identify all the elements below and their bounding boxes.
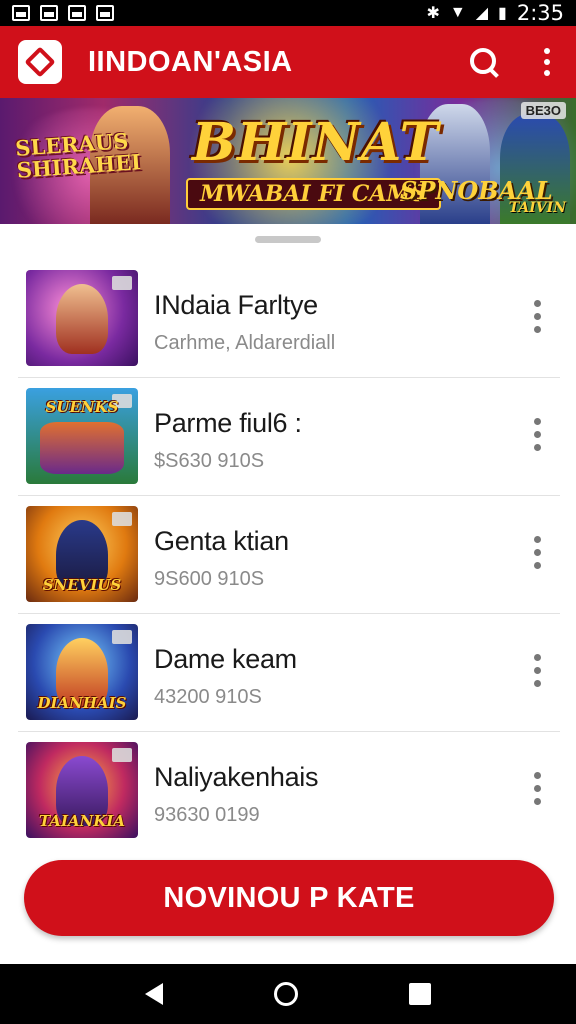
game-thumbnail: SNEVIUS	[26, 506, 138, 602]
app-bar: IINDOAN'ASIA	[0, 26, 576, 98]
banner-corner-label: BE3O	[520, 102, 566, 119]
item-more-icon[interactable]	[530, 534, 545, 571]
game-subtitle: 93630 0199	[154, 804, 260, 826]
game-title: INdaia Farltye	[154, 290, 318, 320]
list-item[interactable]: DIANHAIS Dame keam 43200 910S	[18, 614, 560, 732]
home-icon[interactable]	[273, 982, 298, 1006]
game-title: Genta ktian	[154, 526, 289, 556]
game-title: Parme fiul6 :	[154, 408, 302, 438]
app-title: IINDOAN'ASIA	[88, 45, 293, 78]
item-more-icon[interactable]	[530, 298, 545, 335]
wifi-icon: ▼	[449, 4, 466, 21]
game-thumbnail: DIANHAIS	[26, 624, 138, 720]
image-notification-icon	[40, 5, 58, 21]
recent-apps-icon[interactable]	[408, 983, 431, 1005]
list-item[interactable]: SNEVIUS Genta ktian 9S600 910S	[18, 496, 560, 614]
list-item[interactable]: SUENKS Parme fiul6 : $S630 910S	[18, 378, 560, 496]
primary-action-button[interactable]: NOVINOU P KATE	[24, 860, 554, 936]
game-subtitle: 9S600 910S	[154, 568, 265, 590]
signal-icon: ◢	[475, 5, 489, 22]
game-thumbnail: SUENKS	[26, 388, 138, 484]
overflow-menu-icon[interactable]	[536, 44, 558, 80]
game-thumbnail: TAIANKIA	[26, 742, 138, 838]
game-subtitle: $S630 910S	[154, 450, 265, 472]
banner-small-text: TAIVIN	[508, 200, 566, 216]
mail-notification-icon	[96, 5, 114, 21]
battery-icon: ▮	[498, 5, 507, 22]
status-time: 2:35	[516, 1, 564, 25]
game-subtitle: 43200 910S	[154, 686, 262, 708]
badge-icon	[112, 276, 132, 290]
badge-icon	[112, 748, 132, 762]
gallery-notification-icon	[68, 5, 86, 21]
list-item[interactable]: TAIANKIA Naliyakenhais 93630 0199	[18, 732, 560, 850]
item-more-icon[interactable]	[530, 652, 545, 689]
search-icon[interactable]	[468, 46, 500, 78]
app-logo-icon	[18, 40, 62, 84]
status-bar: ✱ ▼ ◢ ▮ 2:35	[0, 0, 576, 26]
notification-icon	[12, 5, 30, 21]
game-thumbnail	[26, 270, 138, 366]
badge-icon	[112, 512, 132, 526]
game-list: INdaia Farltye Carhme, Aldarerdiall SUEN…	[18, 260, 560, 850]
badge-icon	[112, 630, 132, 644]
item-more-icon[interactable]	[530, 416, 545, 453]
banner-title: BHINAT	[192, 112, 440, 173]
back-icon[interactable]	[145, 983, 164, 1005]
game-title: Naliyakenhais	[154, 762, 319, 792]
game-title: Dame keam	[154, 644, 297, 674]
banner-left-logo: SLERAUS SHIRAHEI	[14, 128, 142, 183]
system-nav-bar	[0, 964, 576, 1024]
list-item[interactable]: INdaia Farltye Carhme, Aldarerdiall	[18, 260, 560, 378]
bluetooth-icon: ✱	[426, 5, 440, 22]
promo-banner[interactable]: SLERAUS SHIRAHEI BHINAT MWABAI FI CAMS S…	[0, 98, 576, 224]
game-subtitle: Carhme, Aldarerdiall	[154, 332, 336, 354]
drag-handle[interactable]	[255, 236, 321, 243]
item-more-icon[interactable]	[530, 770, 545, 807]
game-list-sheet: INdaia Farltye Carhme, Aldarerdiall SUEN…	[0, 224, 576, 964]
